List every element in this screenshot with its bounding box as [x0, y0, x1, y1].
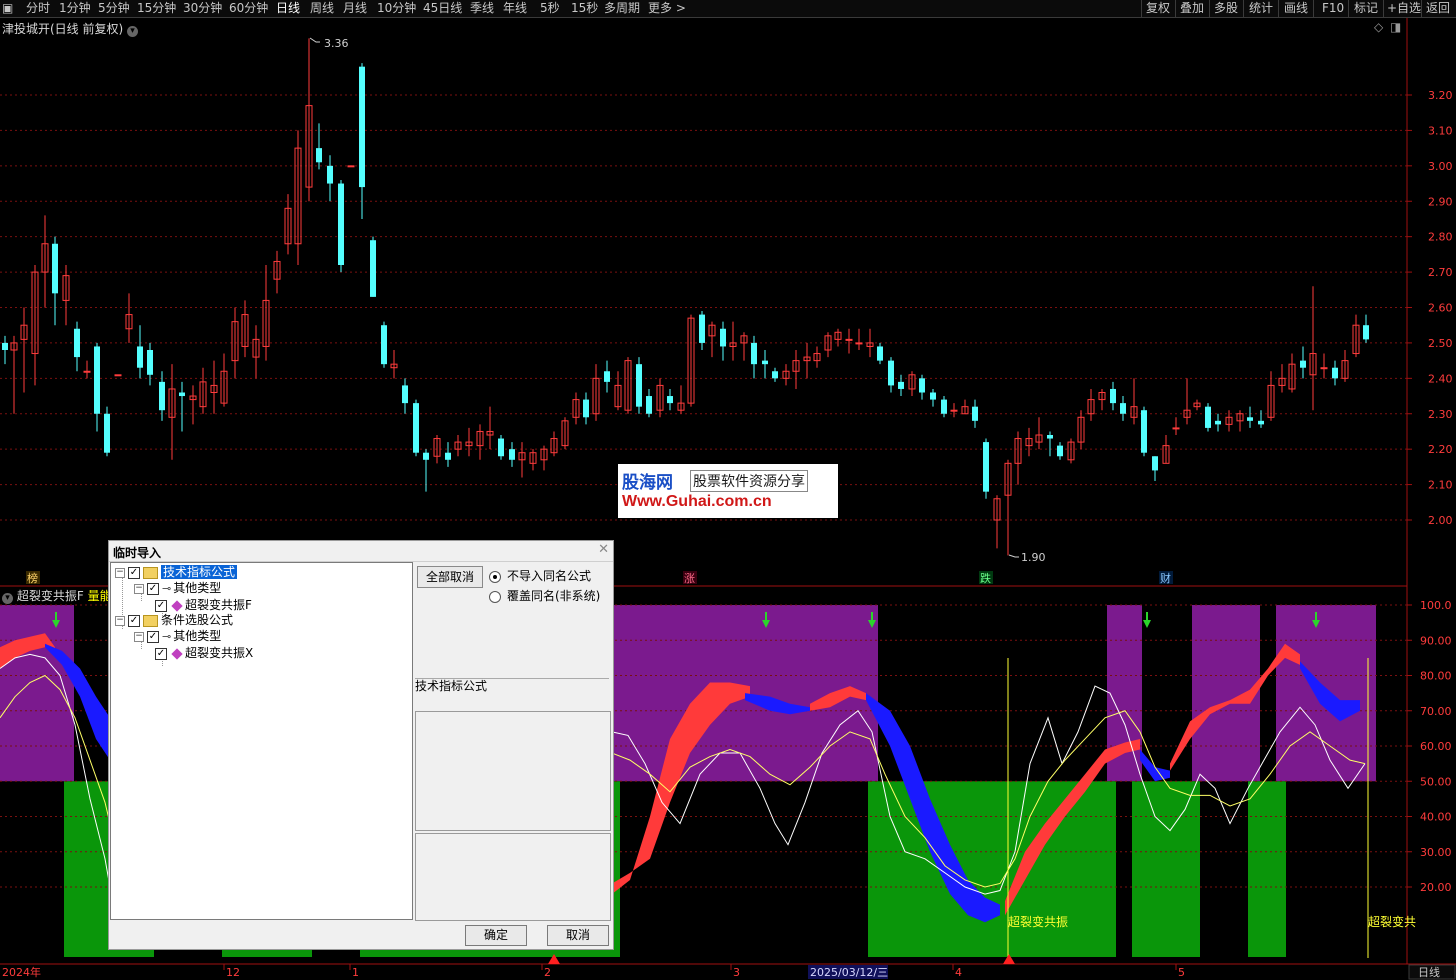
svg-text:5: 5: [1178, 966, 1185, 979]
panel-toggle-icon[interactable]: ◨: [1390, 20, 1401, 34]
tree-node-other-type-1[interactable]: − ✓ ⊸ 其他类型: [134, 580, 221, 596]
indicator-tick: 70.00: [1420, 705, 1452, 718]
svg-text:2024年: 2024年: [2, 965, 41, 979]
price-tick: 3.10: [1428, 124, 1453, 137]
time-axis: 2024年 12 1 2 3 2025/03/12/三 4 5 日线: [2, 954, 1456, 980]
tree-node-formula-f[interactable]: ✓ 超裂变共振F: [155, 597, 252, 613]
indicator-tick: 30.00: [1420, 846, 1452, 859]
collapse-icon[interactable]: −: [134, 583, 144, 594]
ok-button[interactable]: 确定: [465, 925, 527, 946]
price-axis: 3.20 3.10 3.00 2.90 2.80 2.70 2.60 2.50 2.40 2.30…: [1407, 89, 1453, 527]
collapse-icon[interactable]: −: [134, 631, 144, 642]
price-tick: 2.90: [1428, 195, 1453, 208]
formula-tree[interactable]: − ✓ 技术指标公式 − ✓ ⊸ 其他类型 ✓ 超裂变共振F − ✓ 条件选股公式 − ✓ ⊸ 其他类…: [110, 562, 413, 920]
indicator-tick: 20.00: [1420, 881, 1452, 894]
folder-icon: [143, 614, 158, 627]
checkbox-tech-formula[interactable]: ✓: [128, 566, 140, 579]
checkbox-other-type-2[interactable]: ✓: [147, 630, 159, 643]
collapse-icon[interactable]: −: [115, 615, 125, 626]
tree-node-tech-formula[interactable]: − ✓ 技术指标公式: [115, 564, 238, 580]
dialog-title: 临时导入: [113, 546, 162, 560]
price-grid: [0, 94, 1407, 521]
radio-overwrite[interactable]: 覆盖同名(非系统): [489, 588, 600, 604]
collapse-icon[interactable]: −: [115, 567, 125, 578]
tree-node-other-type-2[interactable]: − ✓ ⊸ 其他类型: [134, 628, 221, 644]
formula-icon: [171, 599, 183, 612]
key-icon: ⊸: [162, 581, 172, 595]
svg-text:财: 财: [1160, 571, 1171, 585]
svg-text:跌: 跌: [980, 571, 991, 585]
signal-label-2: 超裂变共: [1368, 914, 1416, 929]
indicator-tick: 40.00: [1420, 811, 1452, 824]
period-indicator: 日线: [1418, 965, 1440, 979]
tree-node-formula-x[interactable]: ✓ 超裂变共振X: [155, 645, 253, 661]
close-icon[interactable]: ✕: [598, 542, 609, 557]
indicator-tick: 60.00: [1420, 740, 1452, 753]
svg-text:榜: 榜: [27, 571, 38, 585]
chevron-down-icon[interactable]: ▾: [127, 26, 139, 37]
checkbox-condition-formula[interactable]: ✓: [128, 614, 140, 627]
price-tick: 3.00: [1428, 160, 1453, 173]
svg-text:12: 12: [226, 966, 240, 979]
import-dialog: 临时导入 ✕ − ✓ 技术指标公式 − ✓ ⊸ 其他类型 ✓ 超裂变共振F − ✓ 条件选股公式…: [108, 540, 614, 950]
price-tick: 3.20: [1428, 89, 1453, 102]
checkbox-formula-f[interactable]: ✓: [155, 599, 167, 612]
formula-type-label: 技术指标公式: [415, 679, 488, 693]
low-marker: 1.90: [1008, 551, 1046, 564]
price-tick: 2.80: [1428, 231, 1453, 244]
price-tick: 2.40: [1428, 372, 1453, 385]
svg-text:2025/03/12/三: 2025/03/12/三: [810, 966, 888, 979]
high-marker: 3.36: [309, 37, 349, 50]
checkbox-formula-x[interactable]: ✓: [155, 647, 167, 660]
dialog-titlebar[interactable]: 临时导入 ✕: [109, 541, 613, 562]
indicator-tick: 80.00: [1420, 670, 1452, 683]
price-tick: 2.30: [1428, 408, 1453, 421]
svg-text:2: 2: [544, 966, 551, 979]
svg-text:3: 3: [733, 966, 740, 979]
formula-preview-box: [415, 711, 611, 831]
indicator-tick: 100.0: [1420, 599, 1452, 612]
indicator-tick: 50.00: [1420, 775, 1452, 788]
radio-dot: [489, 590, 501, 603]
price-tick: 2.20: [1428, 443, 1453, 456]
folder-icon: [143, 566, 158, 579]
formula-icon: [171, 647, 183, 660]
key-icon: ⊸: [162, 629, 172, 643]
radio-dot: [489, 570, 501, 583]
svg-text:1: 1: [352, 966, 359, 979]
checkbox-other-type-1[interactable]: ✓: [147, 582, 159, 595]
svg-text:1.90: 1.90: [1021, 551, 1046, 564]
indicator-axis: 100.0 90.00 80.00 70.00 60.00 50.00 40.00 30.00…: [1407, 599, 1452, 894]
price-tick: 2.00: [1428, 514, 1453, 527]
chevron-down-icon[interactable]: ▾: [2, 593, 13, 604]
price-tick: 2.50: [1428, 337, 1453, 350]
signal-label-1: 超裂变共振: [1008, 914, 1068, 929]
indicator-tick: 90.00: [1420, 634, 1452, 647]
price-tick: 2.10: [1428, 479, 1453, 492]
svg-text:3.36: 3.36: [324, 37, 349, 50]
diamond-icon[interactable]: ◇: [1374, 20, 1384, 34]
radio-no-import[interactable]: 不导入同名公式: [489, 568, 591, 584]
svg-text:涨: 涨: [684, 572, 695, 585]
tree-node-condition-formula[interactable]: − ✓ 条件选股公式: [115, 612, 233, 628]
cancel-all-button[interactable]: 全部取消: [417, 566, 483, 588]
cancel-button[interactable]: 取消: [547, 925, 609, 946]
chart-title: 津投城开(日线 前复权) ▾: [2, 20, 139, 37]
price-tick: 2.70: [1428, 266, 1453, 279]
price-tick: 2.60: [1428, 302, 1453, 315]
indicator-title: ▾ 超裂变共振F 量能: [2, 587, 112, 604]
watermark-logo: 股海网 股票软件资源分享 Www.Guhai.com.cn: [618, 464, 838, 518]
formula-description-box: [415, 833, 611, 921]
svg-text:4: 4: [955, 966, 962, 979]
